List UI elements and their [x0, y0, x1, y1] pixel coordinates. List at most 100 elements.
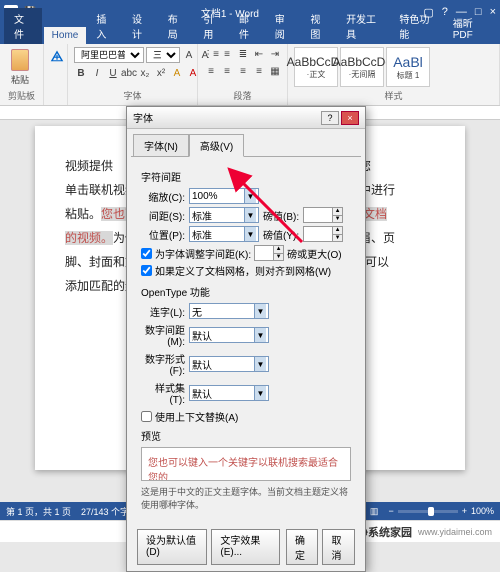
numspacing-select[interactable]: 默认▼ — [189, 327, 269, 343]
bullets-button[interactable]: ⋮≡ — [204, 47, 218, 61]
multilevel-button[interactable]: ≣ — [236, 47, 250, 61]
cancel-button[interactable]: 取消 — [322, 529, 355, 565]
zoom-slider[interactable] — [398, 510, 458, 513]
tab-developer[interactable]: 开发工具 — [338, 8, 389, 44]
status-words[interactable]: 27/143 个字 — [81, 505, 129, 518]
font-dialog: 字体 ? × 字体(N) 高级(V) 字符间距 缩放(C): 100%▼ 间距(… — [126, 106, 366, 572]
ok-button[interactable]: 确定 — [286, 529, 319, 565]
zoom-level[interactable]: 100% — [471, 506, 494, 516]
chevron-down-icon: ▼ — [254, 357, 266, 371]
position-label: 位置(P): — [141, 227, 185, 242]
paste-label: 粘贴 — [11, 73, 29, 86]
tab-home[interactable]: Home — [44, 27, 87, 44]
bluetooth-icon[interactable]: ⨹ — [50, 47, 64, 65]
dialog-title: 字体 — [133, 110, 153, 125]
context-checkbox[interactable] — [141, 411, 152, 422]
position-select[interactable]: 标准 ▼ — [189, 226, 259, 242]
align-left-button[interactable]: ≡ — [204, 64, 218, 78]
chevron-down-icon: ▼ — [254, 304, 266, 318]
tab-references[interactable]: 引用 — [195, 8, 229, 44]
font-size-select[interactable]: 三号 — [146, 47, 180, 63]
group-clipboard-label: 剪贴板 — [6, 89, 37, 102]
strike-button[interactable]: abc — [122, 66, 136, 80]
spacing-select[interactable]: 标准▼ — [189, 207, 259, 223]
tab-review[interactable]: 审阅 — [267, 8, 301, 44]
chevron-down-icon: ▼ — [254, 386, 266, 400]
highlight-button[interactable]: A — [170, 66, 184, 80]
dialog-close-button[interactable]: × — [341, 111, 359, 125]
doc-text-highlight: 的视频。 — [65, 231, 113, 245]
tab-layout[interactable]: 布局 — [160, 8, 194, 44]
position-by-label: 磅值(Y): — [263, 227, 299, 242]
style-normal[interactable]: AaBbCcDc·正文 — [294, 47, 338, 87]
grid-checkbox[interactable] — [141, 265, 152, 276]
spacing-by-label: 磅值(B): — [263, 208, 299, 223]
style-nospacing[interactable]: AaBbCcDc·无间隔 — [340, 47, 384, 87]
view-web-icon[interactable]: ▥ — [370, 506, 379, 517]
ligatures-value: 无 — [192, 304, 202, 319]
preview-box: 您也可以键入一个关键字以联机搜索最适合您的 — [141, 447, 351, 481]
ligatures-select[interactable]: 无▼ — [189, 303, 269, 319]
watermark-url: www.yidaimei.com — [418, 527, 492, 537]
paste-button[interactable]: 粘贴 — [6, 47, 34, 87]
numforms-value: 默认 — [192, 357, 212, 372]
position-by-spinner[interactable]: ▲▼ — [303, 226, 343, 242]
tab-insert[interactable]: 插入 — [88, 8, 122, 44]
indent-inc-button[interactable]: ⇥ — [268, 47, 282, 61]
dialog-tab-advanced[interactable]: 高级(V) — [189, 134, 244, 157]
tab-view[interactable]: 视图 — [302, 8, 336, 44]
group-paragraph-label: 段落 — [204, 89, 281, 102]
tab-foxit[interactable]: 福昕PDF — [445, 12, 496, 44]
numforms-label: 数字形式(F): — [141, 351, 185, 377]
style-sample: AaBbCcDc — [333, 55, 392, 69]
tab-special[interactable]: 特色功能 — [391, 8, 442, 44]
shading-button[interactable]: ▦ — [268, 64, 282, 78]
zoom-in-button[interactable]: + — [462, 506, 467, 516]
scale-select[interactable]: 100%▼ — [189, 188, 259, 204]
dialog-help-button[interactable]: ? — [321, 111, 339, 125]
italic-button[interactable]: I — [90, 66, 104, 80]
align-center-button[interactable]: ≡ — [220, 64, 234, 78]
bold-button[interactable]: B — [74, 66, 88, 80]
section-opentype-label: OpenType 功能 — [141, 284, 351, 299]
grid-label: 如果定义了文档网格，则对齐到网格(W) — [155, 263, 331, 278]
numspacing-label: 数字间距(M): — [141, 322, 185, 348]
sup-button[interactable]: x² — [154, 66, 168, 80]
scale-label: 缩放(C): — [141, 189, 185, 204]
stylistic-label: 样式集(T): — [141, 380, 185, 406]
spacing-by-spinner[interactable]: ▲▼ — [303, 207, 343, 223]
tab-design[interactable]: 设计 — [124, 8, 158, 44]
style-name: 标题 1 — [397, 70, 420, 81]
tab-mailings[interactable]: 邮件 — [231, 8, 265, 44]
chevron-down-icon: ▼ — [244, 227, 256, 241]
kerning-checkbox[interactable] — [141, 248, 152, 259]
preview-section-label: 预览 — [141, 428, 351, 443]
text-effects-button[interactable]: 文字效果(E)... — [211, 529, 280, 565]
indent-dec-button[interactable]: ⇤ — [252, 47, 266, 61]
align-right-button[interactable]: ≡ — [236, 64, 250, 78]
style-name: ·无间隔 — [349, 69, 376, 80]
style-heading1[interactable]: AaBl标题 1 — [386, 47, 430, 87]
font-name-select[interactable]: 阿里巴巴普... — [74, 47, 144, 63]
stylistic-value: 默认 — [192, 386, 212, 401]
group-styles-label: 样式 — [294, 89, 493, 102]
paste-icon — [11, 49, 29, 71]
stylistic-select[interactable]: 默认 ▼ — [189, 385, 269, 401]
sub-button[interactable]: x₂ — [138, 66, 152, 80]
tab-file[interactable]: 文件 — [4, 8, 42, 44]
numforms-select[interactable]: 默认 ▼ — [189, 356, 269, 372]
doc-text: 粘贴。 — [65, 207, 101, 221]
status-page[interactable]: 第 1 页，共 1 页 — [6, 505, 71, 518]
style-name: ·正文 — [307, 69, 326, 80]
section-spacing-label: 字符间距 — [141, 169, 351, 184]
underline-button[interactable]: U — [106, 66, 120, 80]
zoom-out-button[interactable]: − — [388, 506, 393, 516]
set-default-button[interactable]: 设为默认值(D) — [137, 529, 207, 565]
position-value: 标准 — [192, 227, 212, 242]
justify-button[interactable]: ≡ — [252, 64, 266, 78]
kerning-label: 为字体调整字间距(K): — [155, 246, 251, 261]
dialog-tab-font[interactable]: 字体(N) — [133, 134, 189, 157]
grow-font-icon[interactable]: A — [182, 48, 196, 62]
kerning-spinner[interactable]: ▲▼ — [254, 245, 284, 261]
numbering-button[interactable]: ≡ — [220, 47, 234, 61]
